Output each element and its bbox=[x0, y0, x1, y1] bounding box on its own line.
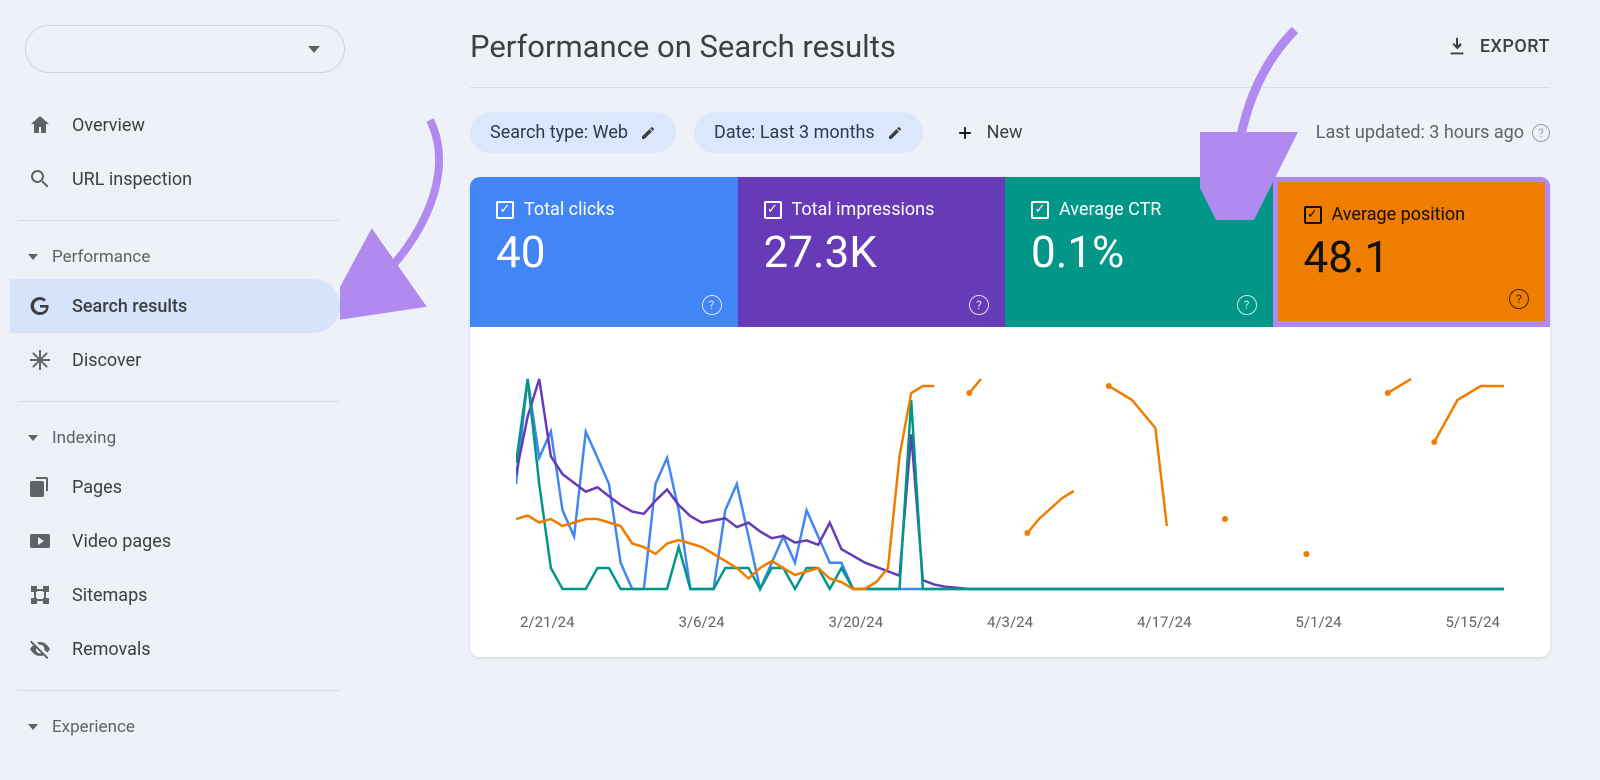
filter-chip-date[interactable]: Date: Last 3 months bbox=[694, 112, 923, 153]
chip-label: Search type: Web bbox=[490, 122, 628, 143]
sidebar-item-overview[interactable]: Overview bbox=[10, 98, 340, 152]
search-icon bbox=[28, 167, 52, 191]
divider bbox=[18, 220, 340, 221]
sidebar-label: Search results bbox=[72, 296, 187, 317]
help-icon[interactable]: ? bbox=[702, 295, 722, 315]
chart-x-tick: 4/17/24 bbox=[1137, 613, 1192, 631]
chart-x-tick: 4/3/24 bbox=[987, 613, 1033, 631]
sidebar-label: Overview bbox=[72, 115, 145, 136]
metric-tile-ctr[interactable]: Average CTR 0.1% ? bbox=[1005, 177, 1273, 327]
sidebar-item-sitemaps[interactable]: Sitemaps bbox=[10, 568, 340, 622]
chart-x-tick: 5/1/24 bbox=[1295, 613, 1341, 631]
help-icon[interactable]: ? bbox=[1509, 289, 1529, 309]
sidebar-label: Removals bbox=[72, 639, 151, 660]
new-label: New bbox=[987, 122, 1023, 143]
checkbox-icon bbox=[1031, 201, 1049, 219]
metric-label: Average position bbox=[1332, 204, 1466, 225]
sitemap-icon bbox=[28, 583, 52, 607]
metric-value: 40 bbox=[496, 226, 712, 278]
sidebar-item-url-inspection[interactable]: URL inspection bbox=[10, 152, 340, 206]
pages-icon bbox=[28, 475, 52, 499]
divider bbox=[18, 401, 340, 402]
section-label: Indexing bbox=[52, 428, 116, 448]
checkbox-icon bbox=[1304, 206, 1322, 224]
checkbox-icon bbox=[496, 201, 514, 219]
caret-down-icon bbox=[28, 435, 38, 441]
sidebar-label: Pages bbox=[72, 477, 122, 498]
filter-chip-search-type[interactable]: Search type: Web bbox=[470, 112, 676, 153]
metric-tile-clicks[interactable]: Total clicks 40 ? bbox=[470, 177, 738, 327]
help-icon[interactable]: ? bbox=[969, 295, 989, 315]
chart-x-tick: 2/21/24 bbox=[520, 613, 575, 631]
performance-card: Total clicks 40 ? Total impressions 27.3… bbox=[470, 177, 1550, 657]
help-icon[interactable]: ? bbox=[1532, 124, 1550, 142]
add-filter-button[interactable]: New bbox=[941, 112, 1037, 153]
divider bbox=[18, 690, 340, 691]
home-icon bbox=[28, 113, 52, 137]
metric-label: Total impressions bbox=[792, 199, 935, 220]
chip-label: Date: Last 3 months bbox=[714, 122, 875, 143]
performance-chart[interactable]: 2/21/243/6/243/20/244/3/244/17/245/1/245… bbox=[516, 357, 1504, 597]
chevron-down-icon bbox=[308, 46, 320, 53]
sidebar-item-removals[interactable]: Removals bbox=[10, 622, 340, 676]
export-label: EXPORT bbox=[1480, 36, 1550, 57]
visibility-off-icon bbox=[28, 637, 52, 661]
metric-tile-impressions[interactable]: Total impressions 27.3K ? bbox=[738, 177, 1006, 327]
metric-value: 0.1% bbox=[1031, 226, 1247, 278]
download-icon bbox=[1446, 36, 1468, 58]
section-head-indexing[interactable]: Indexing bbox=[10, 416, 340, 460]
section-head-experience[interactable]: Experience bbox=[10, 705, 340, 749]
page-title: Performance on Search results bbox=[470, 28, 896, 65]
section-head-performance[interactable]: Performance bbox=[10, 235, 340, 279]
checkbox-icon bbox=[764, 201, 782, 219]
sidebar-item-search-results[interactable]: Search results bbox=[10, 279, 340, 333]
sidebar-label: Discover bbox=[72, 350, 141, 371]
edit-icon bbox=[887, 125, 903, 141]
sidebar-label: Video pages bbox=[72, 531, 171, 552]
last-updated: Last updated: 3 hours ago ? bbox=[1316, 122, 1550, 143]
chart-x-tick: 5/15/24 bbox=[1445, 613, 1500, 631]
property-selector[interactable] bbox=[25, 25, 345, 73]
help-icon[interactable]: ? bbox=[1237, 295, 1257, 315]
sidebar-item-video-pages[interactable]: Video pages bbox=[10, 514, 340, 568]
video-icon bbox=[28, 529, 52, 553]
metric-tile-position[interactable]: Average position 48.1 ? bbox=[1273, 177, 1551, 327]
metric-label: Average CTR bbox=[1059, 199, 1161, 220]
sidebar-label: Sitemaps bbox=[72, 585, 147, 606]
section-label: Performance bbox=[52, 247, 150, 267]
section-label: Experience bbox=[52, 717, 135, 737]
caret-down-icon bbox=[28, 254, 38, 260]
plus-icon bbox=[955, 123, 975, 143]
chart-x-tick: 3/6/24 bbox=[678, 613, 724, 631]
export-button[interactable]: EXPORT bbox=[1446, 36, 1550, 58]
edit-icon bbox=[640, 125, 656, 141]
caret-down-icon bbox=[28, 724, 38, 730]
asterisk-icon bbox=[28, 348, 52, 372]
sidebar-label: URL inspection bbox=[72, 169, 192, 190]
updated-text: Last updated: 3 hours ago bbox=[1316, 122, 1524, 143]
sidebar-item-discover[interactable]: Discover bbox=[10, 333, 340, 387]
chart-x-tick: 3/20/24 bbox=[828, 613, 883, 631]
metric-value: 48.1 bbox=[1304, 231, 1520, 283]
google-g-icon bbox=[28, 294, 52, 318]
metric-label: Total clicks bbox=[524, 199, 615, 220]
metric-value: 27.3K bbox=[764, 226, 980, 278]
sidebar-item-pages[interactable]: Pages bbox=[10, 460, 340, 514]
